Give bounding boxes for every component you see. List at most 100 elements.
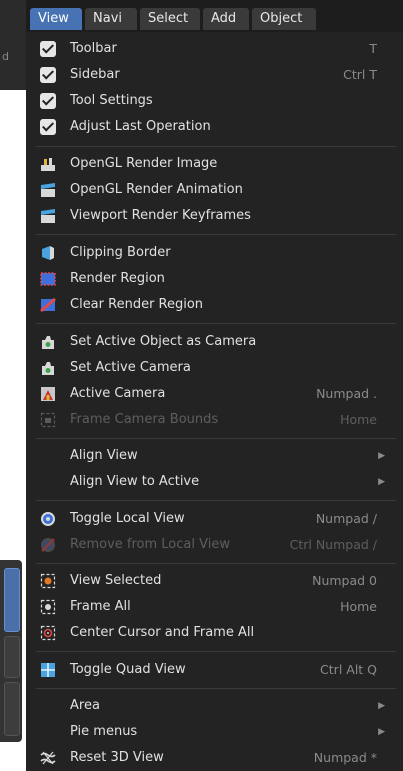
menu-item-label: Toggle Local View	[70, 511, 185, 526]
render-keyframes-icon	[41, 209, 55, 223]
menu-item-align-view-to-active[interactable]: Align View to Active ▶	[26, 469, 403, 495]
menu-tab-add[interactable]: Add	[203, 8, 249, 30]
menu-item-label: Clipping Border	[70, 245, 171, 260]
menu-item-center-cursor-and-frame-all[interactable]: Center Cursor and Frame All	[26, 620, 403, 646]
menu-item-tool-settings[interactable]: Tool Settings	[26, 88, 403, 114]
viewport-fragment-text: d	[2, 50, 9, 63]
menu-item-viewport-render-keyframes[interactable]: Viewport Render Keyframes	[26, 203, 403, 229]
menu-tab-object[interactable]: Object	[252, 8, 316, 30]
menu-separator	[36, 500, 396, 501]
side-tab-panel	[0, 560, 22, 742]
menu-item-label: OpenGL Render Animation	[70, 182, 243, 197]
submenu-arrow-icon: ▶	[378, 727, 385, 737]
frame-camera-icon	[40, 412, 56, 428]
menu-item-set-active-camera[interactable]: Set Active Camera	[26, 355, 403, 381]
menu-item-reset-3d-view[interactable]: Reset 3D View Numpad *	[26, 745, 403, 771]
submenu-arrow-icon: ▶	[378, 451, 385, 461]
center-cursor-icon	[40, 625, 56, 641]
active-camera-icon	[41, 387, 55, 401]
render-region-icon	[40, 272, 56, 286]
menu-separator	[36, 651, 396, 652]
menu-separator	[36, 323, 396, 324]
render-animation-icon	[41, 183, 55, 197]
menu-item-shortcut: Numpad *	[313, 750, 377, 765]
menu-separator	[36, 438, 396, 439]
header-menubar: View Navi Select Add Object	[26, 0, 403, 32]
menu-item-label: View Selected	[70, 573, 162, 588]
side-tab-tool[interactable]	[4, 636, 20, 678]
menu-item-label: Remove from Local View	[70, 537, 230, 552]
menu-item-shortcut: Home	[340, 599, 377, 614]
menu-item-remove-from-local-view[interactable]: Remove from Local View Ctrl Numpad /	[26, 532, 403, 558]
menu-separator	[36, 563, 396, 564]
checkbox-checked-icon[interactable]	[40, 67, 56, 83]
menu-item-toggle-quad-view[interactable]: Toggle Quad View Ctrl Alt Q	[26, 657, 403, 683]
menu-item-label: Area	[70, 698, 100, 713]
menu-item-align-view[interactable]: Align View ▶	[26, 443, 403, 469]
menu-item-label: Clear Render Region	[70, 297, 204, 312]
menu-item-label: Align View	[70, 448, 138, 463]
menu-item-opengl-render-image[interactable]: OpenGL Render Image	[26, 151, 403, 177]
menu-item-render-region[interactable]: Render Region	[26, 266, 403, 292]
menu-item-active-camera[interactable]: Active Camera Numpad .	[26, 381, 403, 407]
checkbox-checked-icon[interactable]	[40, 41, 56, 57]
view-selected-icon	[40, 573, 56, 589]
menu-item-label: Tool Settings	[70, 93, 153, 108]
menu-item-label: Set Active Camera	[70, 360, 191, 375]
menu-item-shortcut: Home	[340, 412, 377, 427]
menu-item-label: Adjust Last Operation	[70, 119, 211, 134]
menu-item-frame-camera-bounds[interactable]: Frame Camera Bounds Home	[26, 407, 403, 433]
menu-item-shortcut: Numpad 0	[312, 573, 377, 588]
reset-3d-view-icon	[40, 751, 56, 765]
submenu-arrow-icon: ▶	[378, 477, 385, 487]
menu-item-adjust-last-operation[interactable]: Adjust Last Operation	[26, 114, 403, 140]
remove-local-view-icon	[41, 538, 55, 552]
menu-item-set-active-object-as-camera[interactable]: Set Active Object as Camera	[26, 329, 403, 355]
menu-item-frame-all[interactable]: Frame All Home	[26, 594, 403, 620]
viewport-strip: d	[0, 0, 26, 771]
menu-item-clear-render-region[interactable]: Clear Render Region	[26, 292, 403, 318]
menu-item-shortcut: Ctrl T	[343, 67, 377, 82]
menu-item-label: Reset 3D View	[70, 750, 164, 765]
menu-item-pie-menus[interactable]: Pie menus ▶	[26, 719, 403, 745]
menu-item-label: Toolbar	[70, 41, 117, 56]
menu-item-label: Set Active Object as Camera	[70, 334, 257, 349]
menu-tab-select[interactable]: Select	[140, 8, 200, 30]
menu-item-label: OpenGL Render Image	[70, 156, 218, 171]
menu-item-toolbar[interactable]: Toolbar T	[26, 36, 403, 62]
menu-tab-view[interactable]: View	[30, 8, 82, 30]
menu-item-area[interactable]: Area ▶	[26, 693, 403, 719]
menu-item-label: Center Cursor and Frame All	[70, 625, 255, 640]
local-view-icon	[41, 512, 55, 526]
render-image-icon	[41, 158, 55, 171]
camera-icon	[42, 336, 54, 349]
clear-render-region-icon	[40, 297, 56, 313]
checkbox-checked-icon[interactable]	[40, 93, 56, 109]
menu-item-shortcut: Ctrl Numpad /	[289, 537, 377, 552]
menu-item-label: Viewport Render Keyframes	[70, 208, 251, 223]
menu-item-label: Sidebar	[70, 67, 120, 82]
menu-item-clipping-border[interactable]: Clipping Border	[26, 240, 403, 266]
menu-item-label: Pie menus	[70, 724, 138, 739]
frame-all-icon	[40, 599, 56, 615]
menu-tab-navigation[interactable]: Navi	[85, 8, 137, 30]
menu-item-view-selected[interactable]: View Selected Numpad 0	[26, 568, 403, 594]
checkbox-checked-icon[interactable]	[40, 119, 56, 135]
side-tab-item[interactable]	[4, 568, 20, 632]
menu-item-label: Frame All	[70, 599, 131, 614]
menu-item-label: Align View to Active	[70, 474, 200, 489]
menu-separator	[36, 146, 396, 147]
viewport-fragment: d	[0, 0, 26, 90]
menu-item-label: Active Camera	[70, 386, 166, 401]
menu-item-shortcut: T	[369, 41, 377, 56]
menu-item-toggle-local-view[interactable]: Toggle Local View Numpad /	[26, 506, 403, 532]
menu-item-label: Frame Camera Bounds	[70, 412, 219, 427]
menu-separator	[36, 234, 396, 235]
side-tab-view[interactable]	[4, 682, 20, 736]
menu-item-label: Toggle Quad View	[70, 662, 186, 677]
camera-icon	[42, 362, 54, 375]
menu-item-shortcut: Numpad /	[315, 511, 377, 526]
menu-item-opengl-render-animation[interactable]: OpenGL Render Animation	[26, 177, 403, 203]
menu-separator	[36, 688, 396, 689]
menu-item-sidebar[interactable]: Sidebar Ctrl T	[26, 62, 403, 88]
